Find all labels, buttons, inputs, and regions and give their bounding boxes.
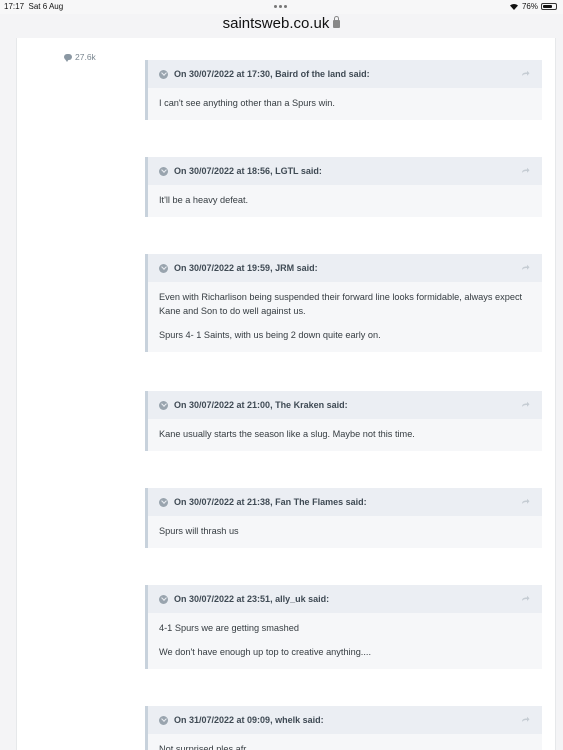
chevron-down-icon[interactable] — [159, 263, 168, 273]
quote-citation[interactable]: On 30/07/2022 at 23:51, ally_uk said: — [148, 585, 542, 613]
share-icon[interactable] — [521, 401, 530, 408]
share-icon[interactable] — [521, 70, 530, 77]
chevron-down-icon[interactable] — [159, 715, 168, 725]
quote-citation-text: On 30/07/2022 at 21:00, The Kraken said: — [174, 400, 348, 410]
url-text: saintsweb.co.uk — [222, 15, 330, 32]
quote-body: It'll be a heavy defeat. — [148, 185, 542, 217]
quote-block: On 31/07/2022 at 09:09, whelk said: Not s… — [145, 706, 542, 750]
quote-text: It'll be a heavy defeat. — [159, 195, 249, 205]
chevron-down-icon[interactable] — [159, 69, 168, 79]
quote-text: Kane usually starts the season like a sl… — [159, 429, 415, 439]
chevron-down-icon[interactable] — [159, 166, 168, 176]
quote-body: Even with Richarlison being suspended th… — [148, 282, 542, 352]
url-field[interactable]: saintsweb.co.uk — [0, 15, 563, 32]
quote-text: 4-1 Spurs we are getting smashed — [159, 623, 299, 633]
quote-text: Not surprised ples afr — [159, 744, 247, 750]
comment-icon — [64, 54, 72, 62]
address-bar[interactable]: saintsweb.co.uk — [0, 0, 563, 38]
quote-body: I can't see anything other than a Spurs … — [148, 88, 542, 120]
quote-text: Even with Richarlison being suspended th… — [159, 292, 523, 316]
reputation-badge[interactable]: 27.6k — [64, 52, 96, 62]
lock-icon — [333, 16, 341, 28]
chevron-down-icon[interactable] — [159, 497, 168, 507]
share-icon[interactable] — [521, 716, 530, 723]
quote-citation-text: On 30/07/2022 at 18:56, LGTL said: — [174, 166, 322, 176]
quote-text: We don't have enough up top to creative … — [159, 647, 372, 657]
chevron-down-icon[interactable] — [159, 594, 168, 604]
quote-block: On 30/07/2022 at 21:38, Fan The Flames s… — [145, 488, 542, 548]
quote-citation-text: On 30/07/2022 at 21:38, Fan The Flames s… — [174, 497, 367, 507]
quote-text: I can't see anything other than a Spurs … — [159, 98, 335, 108]
quote-citation-text: On 30/07/2022 at 19:59, JRM said: — [174, 263, 318, 273]
quote-citation[interactable]: On 31/07/2022 at 09:09, whelk said: — [148, 706, 542, 734]
share-icon[interactable] — [521, 167, 530, 174]
quote-citation-text: On 30/07/2022 at 23:51, ally_uk said: — [174, 594, 330, 604]
quote-citation[interactable]: On 30/07/2022 at 18:56, LGTL said: — [148, 157, 542, 185]
quote-citation[interactable]: On 30/07/2022 at 21:00, The Kraken said: — [148, 391, 542, 419]
quote-citation-text: On 30/07/2022 at 17:30, Baird of the lan… — [174, 69, 370, 79]
quote-block: On 30/07/2022 at 19:59, JRM said: Even wi… — [145, 254, 542, 352]
quote-citation[interactable]: On 30/07/2022 at 17:30, Baird of the lan… — [148, 60, 542, 88]
quote-block: On 30/07/2022 at 17:30, Baird of the lan… — [145, 60, 542, 120]
quote-body: Not surprised ples afr — [148, 734, 542, 750]
quote-citation-text: On 31/07/2022 at 09:09, whelk said: — [174, 715, 324, 725]
quote-citation[interactable]: On 30/07/2022 at 21:38, Fan The Flames s… — [148, 488, 542, 516]
quote-text: Spurs will thrash us — [159, 526, 239, 536]
chevron-down-icon[interactable] — [159, 400, 168, 410]
more-dots-icon[interactable] — [274, 5, 287, 8]
quote-citation[interactable]: On 30/07/2022 at 19:59, JRM said: — [148, 254, 542, 282]
quote-block: On 30/07/2022 at 21:00, The Kraken said:… — [145, 391, 542, 451]
quote-block: On 30/07/2022 at 18:56, LGTL said: It'll … — [145, 157, 542, 217]
quote-body: Spurs will thrash us — [148, 516, 542, 548]
share-icon[interactable] — [521, 595, 530, 602]
quote-body: Kane usually starts the season like a sl… — [148, 419, 542, 451]
reputation-count: 27.6k — [75, 52, 96, 62]
quote-block: On 30/07/2022 at 23:51, ally_uk said: 4-1… — [145, 585, 542, 669]
quote-body: 4-1 Spurs we are getting smashed We don't… — [148, 613, 542, 669]
share-icon[interactable] — [521, 264, 530, 271]
share-icon[interactable] — [521, 498, 530, 505]
quote-text: Spurs 4- 1 Saints, with us being 2 down … — [159, 330, 381, 340]
